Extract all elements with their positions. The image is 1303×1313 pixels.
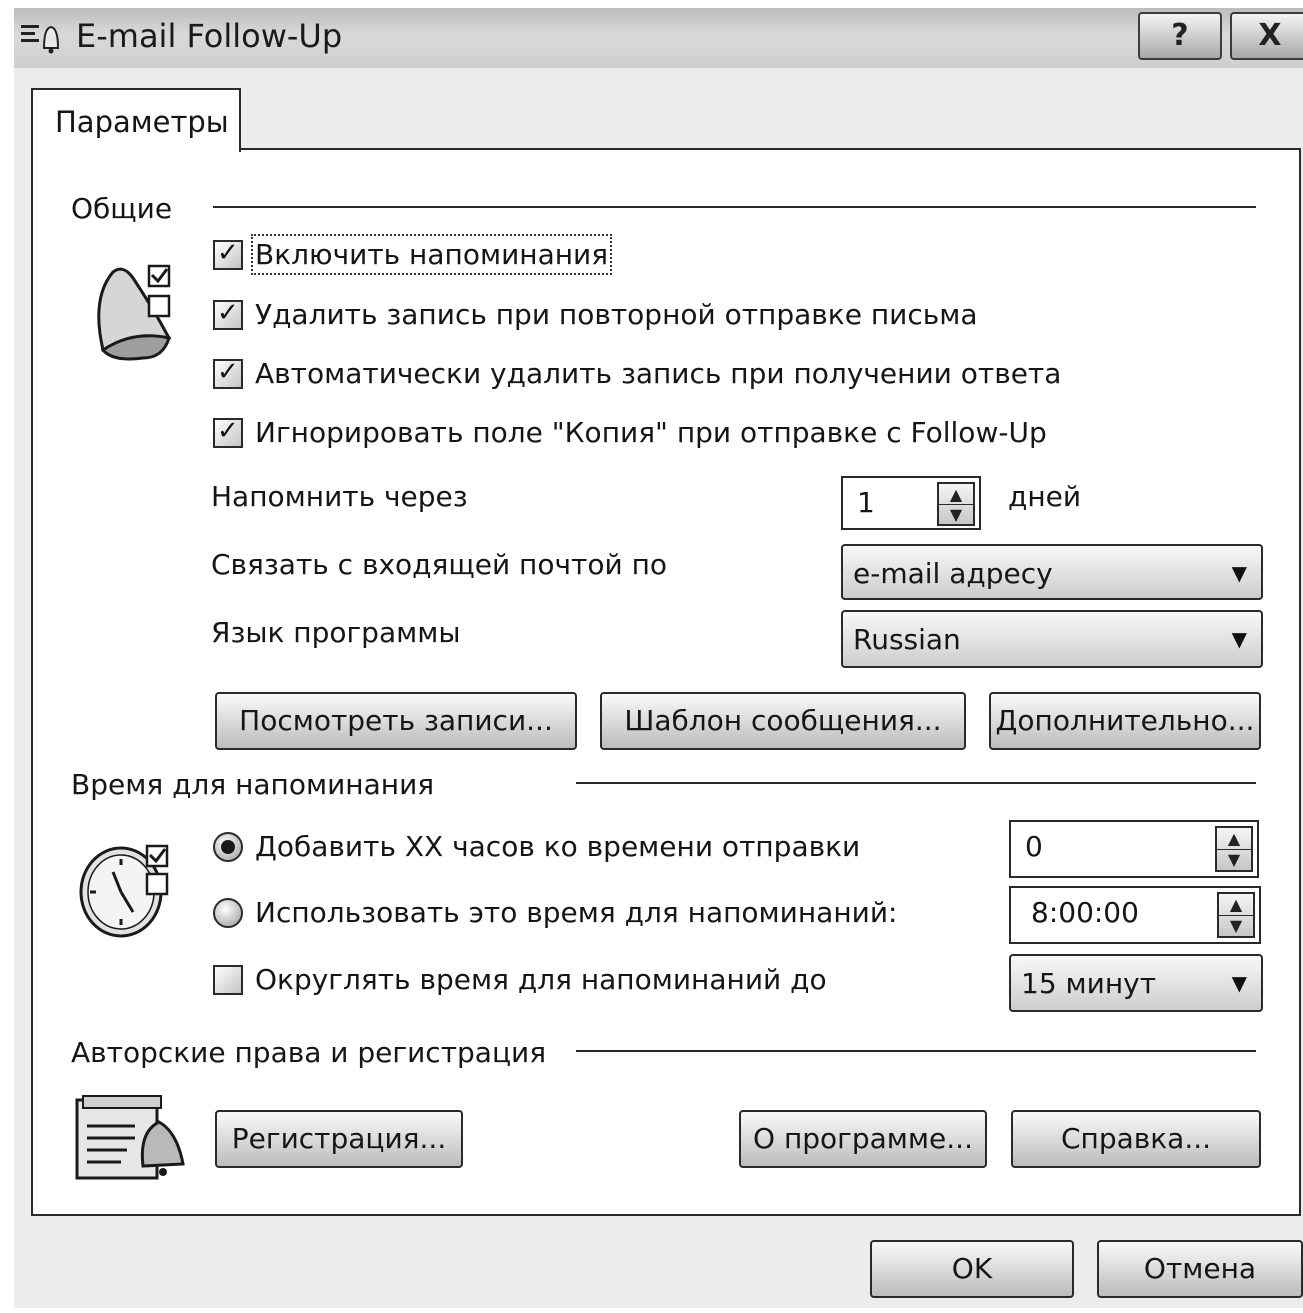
window-title: E-mail Follow-Up [76, 17, 343, 55]
help-manual-button[interactable]: Справка... [1011, 1110, 1261, 1168]
delete-on-resend-checkbox[interactable] [213, 298, 243, 330]
remind-after-value: 1 [857, 486, 875, 519]
close-button[interactable]: X [1230, 12, 1303, 60]
use-time-spinbox[interactable]: 8:00:00 ▲ ▼ [1009, 886, 1261, 944]
section-reminder-time-label: Время для напоминания [71, 768, 435, 801]
ok-button[interactable]: OK [870, 1240, 1074, 1298]
enable-reminders-checkbox[interactable] [213, 238, 243, 270]
spin-down-icon[interactable]: ▼ [1219, 915, 1253, 936]
use-time-radio[interactable] [213, 898, 243, 928]
spin-up-icon[interactable]: ▲ [1219, 894, 1253, 916]
add-hours-spin-buttons[interactable]: ▲ ▼ [1215, 826, 1253, 872]
use-time-spin-buttons[interactable]: ▲ ▼ [1217, 892, 1255, 938]
section-divider [576, 1050, 1256, 1052]
message-template-button[interactable]: Шаблон сообщения... [600, 692, 966, 750]
language-label: Язык программы [211, 616, 461, 649]
app-icon [20, 22, 64, 54]
tab-panel: Общие Включить напоминания Удалить запис… [31, 148, 1301, 1216]
cancel-button[interactable]: Отмена [1097, 1240, 1303, 1298]
round-time-select[interactable]: 15 минут ▼ [1009, 954, 1263, 1012]
auto-delete-on-reply-label[interactable]: Автоматически удалить запись при получен… [255, 357, 1061, 390]
title-bar: E-mail Follow-Up ? X [14, 8, 1303, 68]
bell-checklist-icon [83, 258, 183, 374]
spin-down-icon[interactable]: ▼ [939, 504, 973, 524]
section-copyright-label: Авторские права и регистрация [71, 1036, 547, 1069]
use-time-label[interactable]: Использовать это время для напоминаний: [255, 896, 897, 929]
remind-after-spin-buttons[interactable]: ▲ ▼ [937, 482, 975, 526]
clock-checklist-icon [77, 838, 177, 946]
language-value: Russian [853, 623, 961, 656]
auto-delete-on-reply-checkbox[interactable] [213, 357, 243, 389]
remind-after-spinbox[interactable]: 1 ▲ ▼ [841, 476, 981, 530]
round-time-value: 15 минут [1021, 967, 1157, 1000]
link-inbox-value: e-mail адресу [853, 557, 1053, 590]
chevron-down-icon: ▼ [1231, 627, 1247, 651]
spin-up-icon[interactable]: ▲ [939, 484, 973, 505]
add-hours-value: 0 [1025, 830, 1043, 863]
delete-on-resend-label[interactable]: Удалить запись при повторной отправке пи… [255, 298, 978, 331]
section-divider [576, 782, 1256, 784]
ignore-cc-label[interactable]: Игнорировать поле "Копия" при отправке c… [255, 416, 1047, 449]
about-button[interactable]: О программе... [739, 1110, 987, 1168]
section-general-label: Общие [71, 192, 173, 225]
section-divider [213, 206, 1256, 208]
link-inbox-label: Связать с входящей почтой по [211, 548, 668, 581]
dialog-window: E-mail Follow-Up ? X Параметры Общие Вкл… [14, 8, 1303, 1308]
ignore-cc-checkbox[interactable] [213, 416, 243, 448]
use-time-value: 8:00:00 [1031, 896, 1139, 929]
spin-down-icon[interactable]: ▼ [1217, 849, 1251, 870]
advanced-button[interactable]: Дополнительно... [989, 692, 1261, 750]
remind-after-label: Напомнить через [211, 480, 468, 513]
remind-after-unit: дней [1008, 480, 1082, 513]
chevron-down-icon: ▼ [1231, 561, 1247, 585]
link-inbox-select[interactable]: e-mail адресу ▼ [841, 544, 1263, 600]
enable-reminders-label[interactable]: Включить напоминания [250, 234, 613, 275]
view-records-button[interactable]: Посмотреть записи... [215, 692, 577, 750]
add-hours-spinbox[interactable]: 0 ▲ ▼ [1009, 820, 1259, 878]
spin-up-icon[interactable]: ▲ [1217, 828, 1251, 850]
registration-button[interactable]: Регистрация... [215, 1110, 463, 1168]
language-select[interactable]: Russian ▼ [841, 610, 1263, 668]
tab-parameters[interactable]: Параметры [31, 88, 241, 152]
chevron-down-icon: ▼ [1231, 971, 1247, 995]
round-time-checkbox[interactable] [213, 965, 243, 995]
add-hours-radio[interactable] [213, 832, 243, 862]
help-button[interactable]: ? [1138, 12, 1222, 60]
add-hours-label[interactable]: Добавить XX часов ко времени отправки [255, 830, 860, 863]
round-time-label[interactable]: Округлять время для напоминаний до [255, 963, 827, 996]
registration-document-icon [73, 1092, 191, 1186]
